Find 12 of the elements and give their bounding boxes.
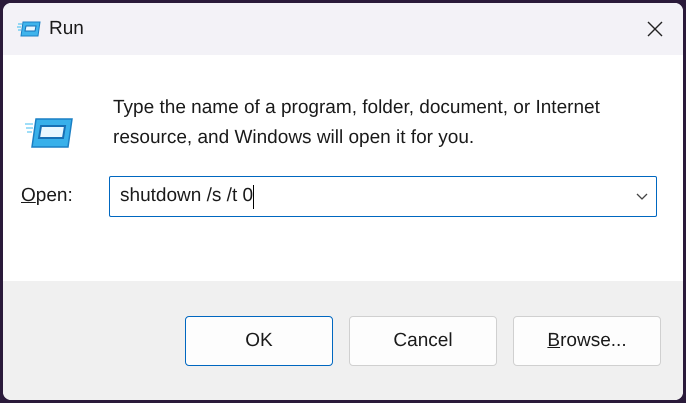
close-icon bbox=[647, 21, 663, 37]
window-title: Run bbox=[49, 16, 84, 41]
dialog-button[interactable]: OK bbox=[185, 316, 333, 366]
run-app-icon bbox=[25, 117, 73, 149]
dialog-button[interactable]: Cancel bbox=[349, 316, 497, 366]
dropdown-caret-icon bbox=[636, 192, 648, 200]
open-label: Open: bbox=[21, 184, 74, 208]
instruction-text: Type the name of a program, folder, document, or Internet resource, and Windows will open it for you. bbox=[113, 96, 601, 150]
text-cursor bbox=[253, 184, 254, 208]
dialog-button[interactable]: Browse... bbox=[513, 316, 661, 366]
run-app-icon bbox=[17, 20, 41, 38]
open-combobox[interactable]: shutdown /s /t 0 bbox=[109, 176, 657, 217]
